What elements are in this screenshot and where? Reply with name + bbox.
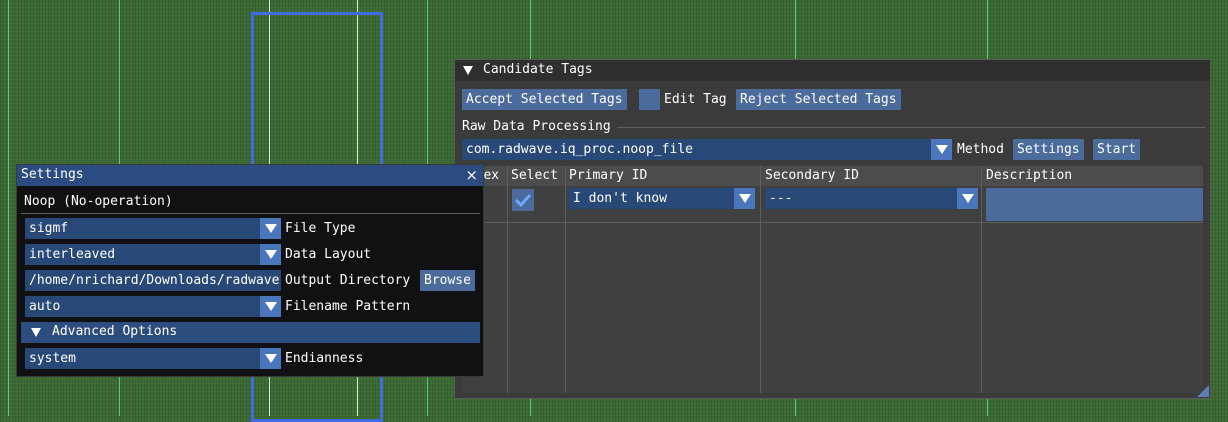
collapse-triangle-icon[interactable] bbox=[463, 66, 473, 75]
data-layout-label: Data Layout bbox=[285, 247, 372, 262]
method-label: Method bbox=[957, 142, 1004, 157]
browse-button[interactable]: Browse bbox=[420, 270, 475, 291]
separator bbox=[21, 213, 480, 214]
settings-window: Settings × Noop (No-operation) sigmf Fil… bbox=[16, 164, 484, 377]
column-header-primary-id[interactable]: Primary ID bbox=[569, 168, 647, 183]
column-divider bbox=[507, 166, 508, 393]
primary-id-value: I don't know bbox=[573, 191, 667, 206]
method-combo[interactable]: com.radwave.iq_proc.noop_file bbox=[462, 139, 952, 160]
tags-table: Index Select Primary ID Secondary ID Des… bbox=[460, 166, 1203, 393]
chevron-down-icon[interactable] bbox=[260, 218, 281, 239]
table-header: Index Select Primary ID Secondary ID Des… bbox=[460, 166, 1203, 186]
row-select-checkbox[interactable] bbox=[512, 189, 534, 211]
advanced-options-header[interactable]: Advanced Options bbox=[21, 322, 480, 343]
checkmark-icon bbox=[514, 193, 532, 208]
column-header-secondary-id[interactable]: Secondary ID bbox=[765, 168, 859, 183]
secondary-id-combo[interactable]: --- bbox=[765, 188, 978, 209]
column-divider bbox=[981, 166, 982, 393]
settings-titlebar[interactable]: Settings × bbox=[17, 165, 483, 186]
output-directory-value: /home/nrichard/Downloads/radwave bbox=[29, 273, 280, 288]
chevron-down-icon[interactable] bbox=[260, 296, 281, 317]
column-header-description[interactable]: Description bbox=[986, 168, 1072, 183]
edit-tag-label: Edit Tag bbox=[664, 92, 727, 107]
chevron-down-icon[interactable] bbox=[260, 244, 281, 265]
column-header-select[interactable]: Select bbox=[511, 168, 558, 183]
file-type-value: sigmf bbox=[29, 221, 69, 236]
chevron-down-icon[interactable] bbox=[931, 139, 952, 160]
output-directory-label: Output Directory bbox=[285, 273, 411, 288]
method-combo-value: com.radwave.iq_proc.noop_file bbox=[466, 142, 693, 157]
filename-pattern-combo[interactable]: auto bbox=[25, 296, 281, 317]
close-icon[interactable]: × bbox=[465, 166, 478, 184]
column-divider bbox=[760, 166, 761, 393]
filename-pattern-label: Filename Pattern bbox=[285, 299, 411, 314]
filename-pattern-value: auto bbox=[29, 299, 61, 314]
file-type-label: File Type bbox=[285, 221, 356, 236]
candidate-tags-title: Candidate Tags bbox=[483, 62, 593, 77]
data-layout-combo[interactable]: interleaved bbox=[25, 244, 281, 265]
raw-data-processing-label: Raw Data Processing bbox=[462, 119, 611, 134]
chevron-down-icon[interactable] bbox=[734, 188, 755, 209]
description-input[interactable] bbox=[986, 188, 1203, 221]
resize-grip-icon[interactable] bbox=[1197, 385, 1209, 397]
secondary-id-value: --- bbox=[769, 191, 793, 206]
chevron-down-icon[interactable] bbox=[957, 188, 978, 209]
row-divider bbox=[463, 222, 1203, 223]
data-layout-value: interleaved bbox=[29, 247, 116, 262]
separator bbox=[617, 127, 1205, 128]
processor-name: Noop (No-operation) bbox=[24, 194, 173, 209]
edit-tag-checkbox[interactable] bbox=[639, 89, 660, 110]
endianness-combo[interactable]: system bbox=[25, 348, 281, 369]
column-divider bbox=[565, 166, 566, 393]
settings-title: Settings bbox=[21, 167, 84, 182]
candidate-tags-titlebar[interactable]: Candidate Tags bbox=[455, 60, 1210, 81]
output-directory-input[interactable]: /home/nrichard/Downloads/radwave bbox=[25, 270, 281, 291]
candidate-tags-window: Candidate Tags Accept Selected Tags Edit… bbox=[454, 59, 1211, 399]
start-button[interactable]: Start bbox=[1093, 139, 1141, 160]
method-settings-button[interactable]: Settings bbox=[1013, 139, 1084, 160]
collapse-triangle-icon[interactable] bbox=[31, 328, 41, 337]
endianness-label: Endianness bbox=[285, 351, 364, 366]
endianness-value: system bbox=[29, 351, 76, 366]
accept-selected-tags-button[interactable]: Accept Selected Tags bbox=[462, 89, 627, 110]
advanced-options-label: Advanced Options bbox=[52, 324, 178, 339]
reject-selected-tags-button[interactable]: Reject Selected Tags bbox=[736, 89, 901, 110]
file-type-combo[interactable]: sigmf bbox=[25, 218, 281, 239]
chevron-down-icon[interactable] bbox=[260, 348, 281, 369]
primary-id-combo[interactable]: I don't know bbox=[569, 188, 755, 209]
